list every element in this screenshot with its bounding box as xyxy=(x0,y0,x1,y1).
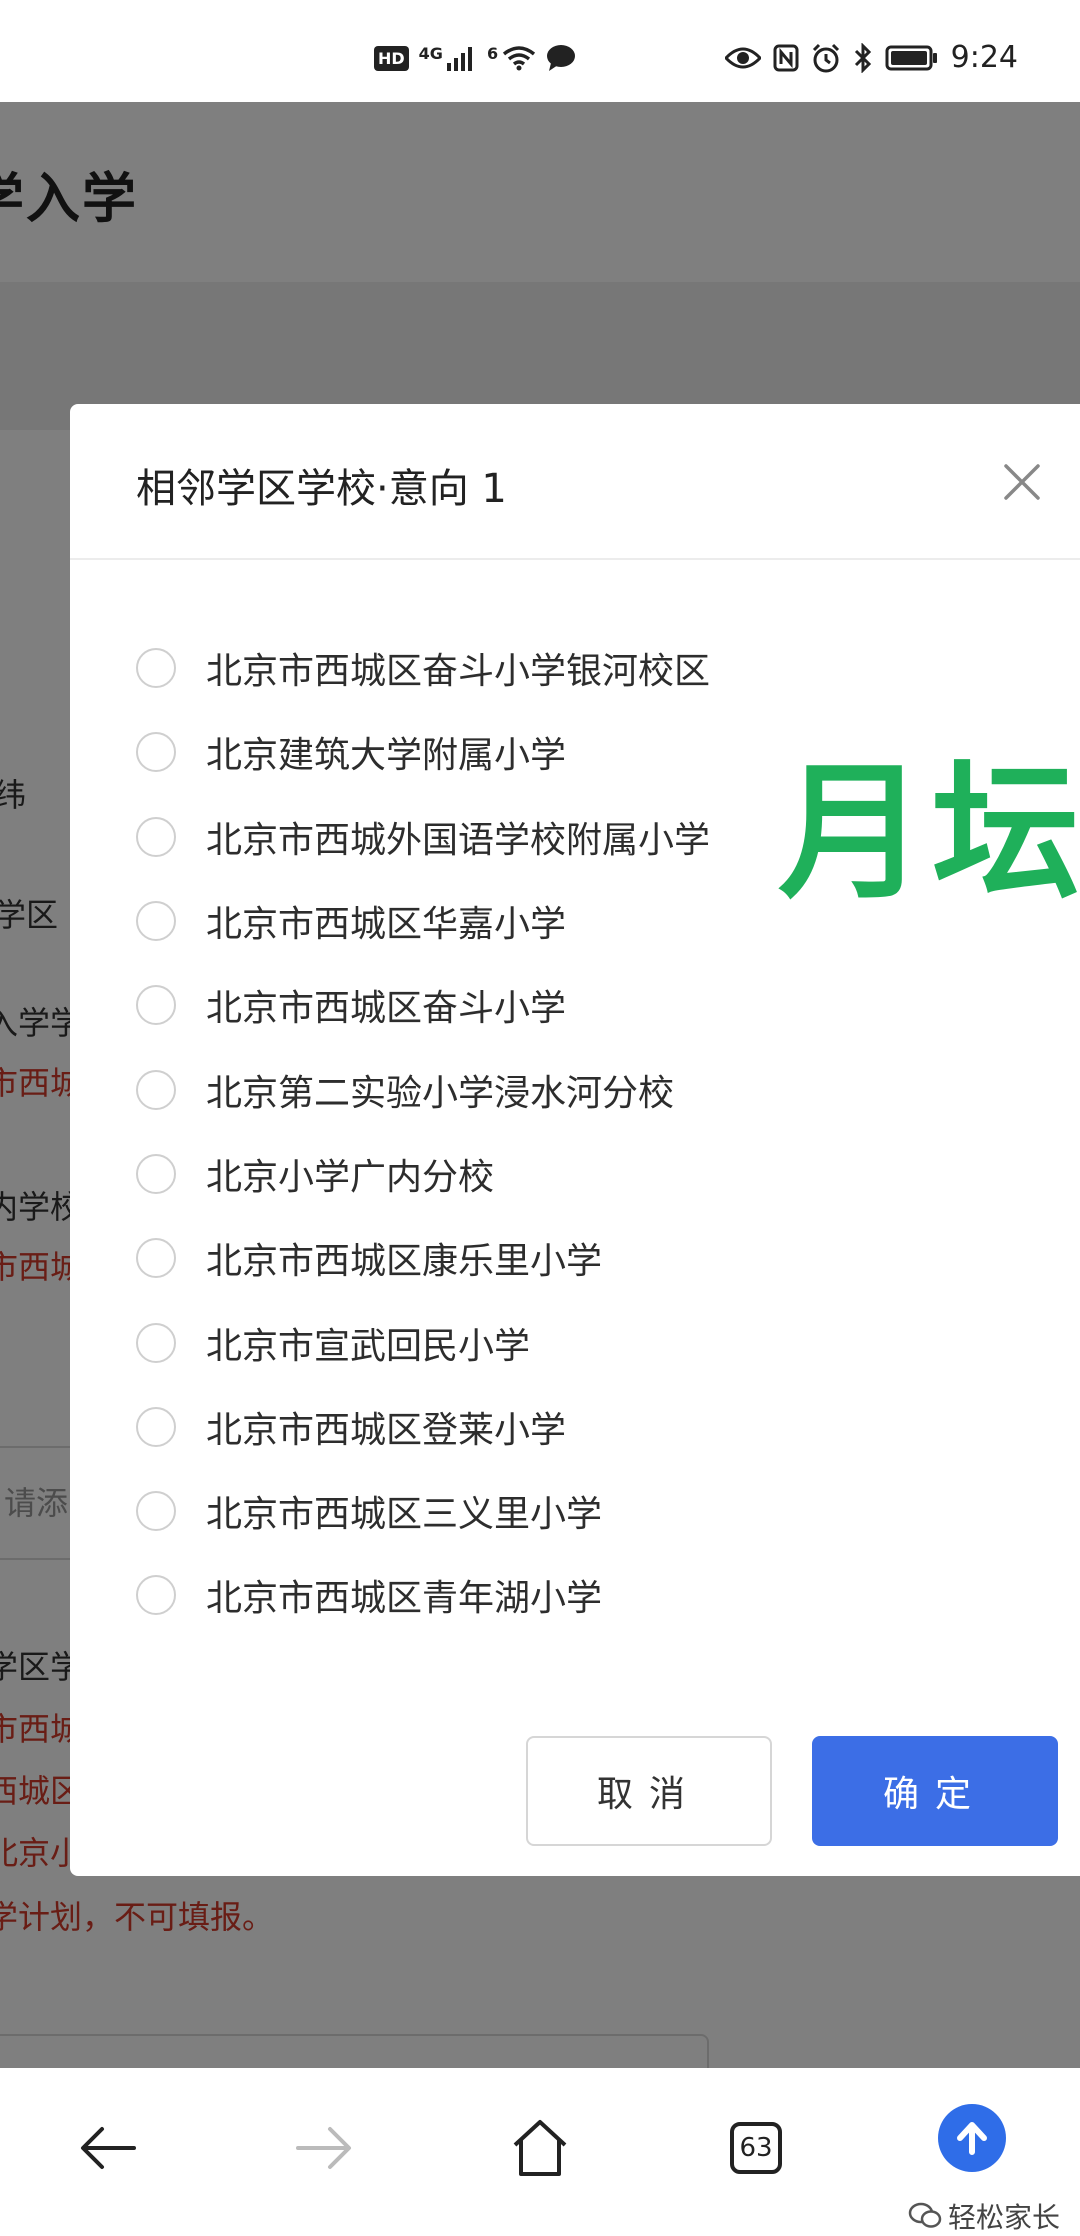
school-select-dialog: 相邻学区学校·意向 1 北京市西城区奋斗小学银河校区 北京建筑大学附属小学 北京… xyxy=(70,404,1080,1876)
school-option[interactable]: 北京市西城区登莱小学 xyxy=(136,1385,710,1469)
school-option[interactable]: 北京市西城区三义里小学 xyxy=(136,1469,710,1553)
hd-icon: HD xyxy=(374,45,409,71)
wifi-icon xyxy=(502,46,536,71)
school-option-label: 北京市西城外国语学校附属小学 xyxy=(206,819,711,861)
school-option-label: 北京市西城区三义里小学 xyxy=(206,1494,603,1536)
school-option[interactable]: 北京市西城外国语学校附属小学 xyxy=(136,795,710,879)
radio-button[interactable] xyxy=(136,901,176,942)
message-icon xyxy=(547,45,576,71)
school-option[interactable]: 北京市西城区康乐里小学 xyxy=(136,1216,710,1300)
upload-icon xyxy=(938,2104,1006,2172)
radio-button[interactable] xyxy=(136,816,176,857)
school-option[interactable]: 北京市西城区奋斗小学银河校区 xyxy=(136,626,710,710)
school-option-label: 北京市西城区华嘉小学 xyxy=(206,904,567,946)
close-icon[interactable] xyxy=(1002,462,1042,502)
status-left: HD 4G 6 xyxy=(374,44,576,72)
arrow-right-icon xyxy=(296,2127,351,2169)
brand-name: 轻松家长 xyxy=(948,2201,1061,2234)
school-option[interactable]: 北京市西城区奋斗小学 xyxy=(136,963,710,1047)
school-option-label: 北京第二实验小学浸水河分校 xyxy=(206,1072,675,1114)
battery-icon xyxy=(885,45,937,70)
home-icon xyxy=(513,2120,567,2176)
brand-watermark: 轻松家长 xyxy=(908,2196,1060,2236)
bluetooth-icon xyxy=(854,42,871,73)
wifi-version: 6 xyxy=(486,44,499,63)
browser-nav-bar: 63 轻松家长 xyxy=(0,2068,1080,2234)
school-option-label: 北京市宣武回民小学 xyxy=(206,1325,531,1367)
clock: 9:24 xyxy=(950,40,1018,75)
radio-button[interactable] xyxy=(136,1491,176,1532)
forward-button[interactable] xyxy=(284,2108,364,2188)
radio-button[interactable] xyxy=(136,1069,176,1110)
eye-icon xyxy=(724,47,761,68)
confirm-button[interactable]: 确定 xyxy=(812,1736,1058,1846)
home-button[interactable] xyxy=(500,2108,580,2188)
school-option[interactable]: 北京市西城区华嘉小学 xyxy=(136,879,710,963)
status-bar: HD 4G 6 9:24 xyxy=(0,0,1080,102)
wechat-icon xyxy=(908,2202,942,2228)
dialog-title: 相邻学区学校·意向 1 xyxy=(136,466,507,512)
dialog-header: 相邻学区学校·意向 1 xyxy=(70,404,1080,560)
school-option-label: 北京市西城区奋斗小学银河校区 xyxy=(206,651,711,693)
school-option[interactable]: 北京小学广内分校 xyxy=(136,1132,710,1216)
school-options-list: 北京市西城区奋斗小学银河校区 北京建筑大学附属小学 北京市西城外国语学校附属小学… xyxy=(136,626,710,1638)
radio-button[interactable] xyxy=(136,1406,176,1447)
back-button[interactable] xyxy=(68,2108,148,2188)
district-watermark: 月坛 xyxy=(778,747,1080,919)
radio-button[interactable] xyxy=(136,985,176,1026)
tabs-button[interactable]: 63 xyxy=(716,2108,796,2188)
cancel-button[interactable]: 取消 xyxy=(526,1736,772,1846)
school-option-label: 北京市西城区登莱小学 xyxy=(206,1409,567,1451)
school-option[interactable]: 北京市西城区青年湖小学 xyxy=(136,1553,710,1637)
radio-button[interactable] xyxy=(136,1322,176,1363)
upload-button[interactable] xyxy=(932,2098,1012,2178)
school-option-label: 北京建筑大学附属小学 xyxy=(206,735,567,777)
school-option-label: 北京市西城区青年湖小学 xyxy=(206,1578,603,1620)
radio-button[interactable] xyxy=(136,1575,176,1616)
school-option-label: 北京市西城区康乐里小学 xyxy=(206,1241,603,1283)
school-option-label: 北京小学广内分校 xyxy=(206,1156,495,1198)
status-right: 9:24 xyxy=(724,40,1018,75)
network-type: 4G xyxy=(418,44,443,63)
radio-button[interactable] xyxy=(136,732,176,773)
nfc-icon xyxy=(773,44,799,71)
radio-button[interactable] xyxy=(136,648,176,689)
alarm-icon xyxy=(812,43,839,72)
school-option[interactable]: 北京建筑大学附属小学 xyxy=(136,710,710,794)
signal-icon xyxy=(446,47,472,71)
school-option[interactable]: 北京第二实验小学浸水河分校 xyxy=(136,1047,710,1131)
arrow-left-icon xyxy=(81,2127,136,2169)
tabs-count-badge: 63 xyxy=(730,2122,782,2174)
radio-button[interactable] xyxy=(136,1153,176,1194)
school-option[interactable]: 北京市宣武回民小学 xyxy=(136,1300,710,1384)
school-option-label: 北京市西城区奋斗小学 xyxy=(206,988,567,1030)
radio-button[interactable] xyxy=(136,1238,176,1279)
